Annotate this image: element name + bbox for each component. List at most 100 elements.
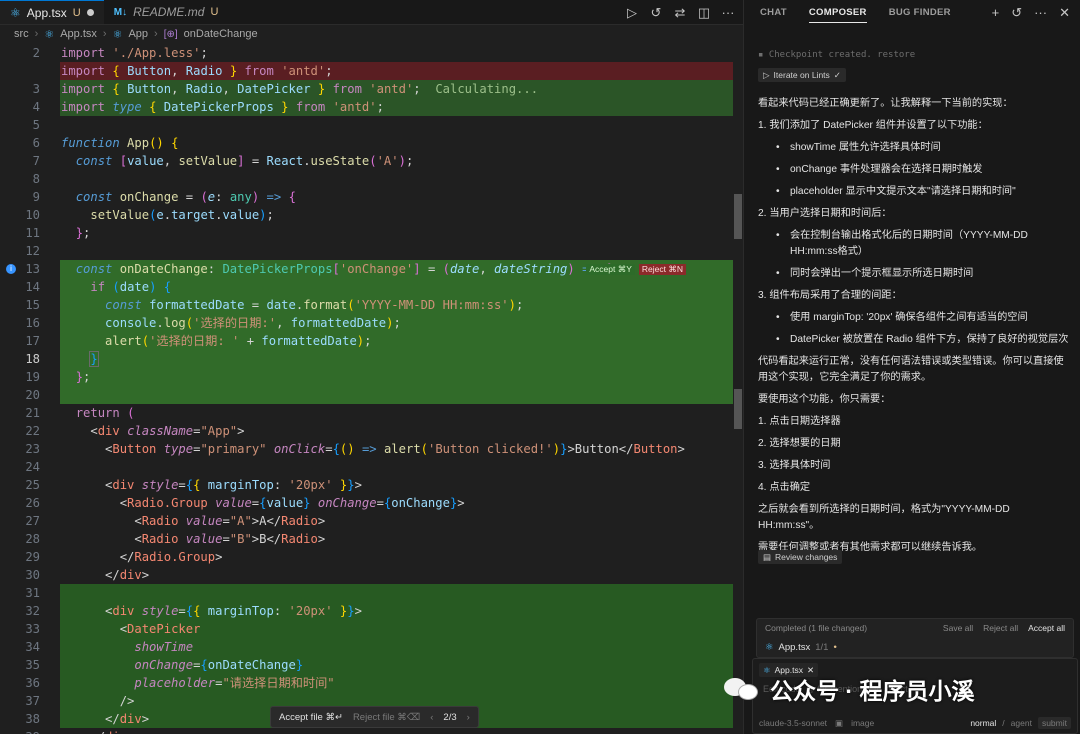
code-text[interactable]: <Button type="primary" onClick={() => al…: [61, 440, 685, 458]
code-text[interactable]: };: [61, 368, 91, 386]
code-line[interactable]: 23 <Button type="primary" onClick={() =>…: [0, 440, 733, 458]
split-editor-icon[interactable]: ◫: [697, 5, 711, 21]
code-text[interactable]: <Radio.Group value={value} onChange={onC…: [61, 494, 465, 512]
history-icon[interactable]: ↺: [649, 5, 663, 21]
code-text[interactable]: placeholder="请选择日期和时间": [61, 674, 334, 692]
tab-readme-md[interactable]: M↓ README.md U: [104, 0, 229, 24]
code-text[interactable]: if (date) {: [61, 278, 171, 296]
code-text[interactable]: setValue(e.target.value);: [61, 206, 273, 224]
code-line[interactable]: 28 <Radio value="B">B</Radio>: [0, 530, 733, 548]
code-text[interactable]: <Radio value="B">B</Radio>: [61, 530, 325, 548]
code-line[interactable]: 9 const onChange = (e: any) => {: [0, 188, 733, 206]
code-area[interactable]: 2 import './App.less'; import { Button, Ra…: [0, 44, 733, 734]
code-text[interactable]: showTime: [61, 638, 193, 656]
reject-file-button[interactable]: Reject file ⌘⌫: [353, 712, 420, 723]
code-line[interactable]: 8: [0, 170, 733, 188]
added-code-line[interactable]: 4 import type { DatePickerProps } from 'a…: [0, 98, 733, 116]
code-text[interactable]: <DatePicker: [61, 620, 201, 638]
more-icon[interactable]: ···: [1034, 5, 1047, 21]
image-icon[interactable]: ▣: [835, 718, 843, 729]
code-text[interactable]: return (: [61, 404, 135, 422]
next-change-icon[interactable]: ›: [467, 712, 470, 723]
code-line[interactable]: 24: [0, 458, 733, 476]
code-line[interactable]: 26 <Radio.Group value={value} onChange={…: [0, 494, 733, 512]
tab-app-tsx[interactable]: ⚛ App.tsx U: [0, 0, 104, 24]
code-line[interactable]: 12: [0, 242, 733, 260]
code-text[interactable]: function App() {: [61, 134, 178, 152]
added-code-line[interactable]: 32 <div style={{ marginTop: '20px' }}>: [0, 602, 733, 620]
plus-icon[interactable]: +: [992, 5, 1000, 21]
history-icon[interactable]: ↺: [1011, 5, 1022, 21]
code-text[interactable]: const onDateChange: DatePickerProps['onC…: [61, 260, 612, 278]
code-line[interactable]: 5: [0, 116, 733, 134]
iterate-on-lints-button[interactable]: ▷ Iterate on Lints ✓: [758, 68, 846, 82]
checkpoint-note[interactable]: ▪ Checkpoint created. restore: [758, 50, 915, 60]
code-line[interactable]: 11 };: [0, 224, 733, 242]
code-text[interactable]: onChange={onDateChange}: [61, 656, 303, 674]
code-line[interactable]: 25 <div style={{ marginTop: '20px' }}>: [0, 476, 733, 494]
code-editor[interactable]: ⚛ App.tsx U M↓ README.md U ▷ ↺ ⇄ ◫ ··· s…: [0, 0, 743, 734]
code-text[interactable]: const formattedDate = date.format('YYYY-…: [61, 296, 523, 314]
more-icon[interactable]: ···: [721, 5, 735, 20]
reject-change-button[interactable]: Reject ⌘N: [638, 264, 686, 275]
changed-file-row[interactable]: ⚛ App.tsx 1/1 •: [757, 637, 1073, 657]
code-text[interactable]: const [value, setValue] = React.useState…: [61, 152, 414, 170]
code-text[interactable]: </Radio.Group>: [61, 548, 223, 566]
tab-chat[interactable]: CHAT: [760, 7, 787, 18]
mode-agent[interactable]: agent: [1011, 718, 1032, 728]
code-line[interactable]: 27 <Radio value="A">A</Radio>: [0, 512, 733, 530]
added-code-line[interactable]: 20: [0, 386, 733, 404]
code-line[interactable]: 29 </Radio.Group>: [0, 548, 733, 566]
added-code-line[interactable]: 15 const formattedDate = date.format('YY…: [0, 296, 733, 314]
reject-all-button[interactable]: Reject all: [983, 623, 1018, 633]
breadcrumb-src[interactable]: src: [14, 28, 29, 40]
code-text[interactable]: />: [61, 692, 135, 710]
code-line[interactable]: 10 setValue(e.target.value);: [0, 206, 733, 224]
unsaved-dot-icon[interactable]: [86, 9, 94, 16]
added-code-line[interactable]: 16 console.log('选择的日期:', formattedDate);: [0, 314, 733, 332]
added-code-line[interactable]: 18 }: [0, 350, 733, 368]
code-text[interactable]: import { Button, Radio } from 'antd';: [61, 62, 333, 80]
breadcrumb-file[interactable]: App.tsx: [60, 28, 97, 40]
code-text[interactable]: <div style={{ marginTop: '20px' }}>: [61, 476, 362, 494]
added-code-line[interactable]: 19 };: [0, 368, 733, 386]
code-text[interactable]: </div>: [61, 710, 149, 728]
code-line[interactable]: 6 function App() {: [0, 134, 733, 152]
code-text[interactable]: console.log('选择的日期:', formattedDate);: [61, 314, 401, 332]
code-text[interactable]: <div style={{ marginTop: '20px' }}>: [61, 602, 362, 620]
code-line[interactable]: 30 </div>: [0, 566, 733, 584]
code-text[interactable]: import type { DatePickerProps } from 'an…: [61, 98, 384, 116]
code-text[interactable]: };: [61, 224, 91, 242]
added-code-line[interactable]: i 13 const onDateChange: DatePickerProps[…: [0, 260, 733, 278]
added-code-line[interactable]: 36 placeholder="请选择日期和时间": [0, 674, 733, 692]
breadcrumb-component[interactable]: App: [128, 28, 148, 40]
tab-composer[interactable]: COMPOSER: [808, 7, 867, 23]
code-text[interactable]: <div className="App">: [61, 422, 244, 440]
accept-all-button[interactable]: Accept all: [1028, 623, 1065, 633]
compare-icon[interactable]: ⇄: [673, 5, 687, 21]
editor-scrollbar[interactable]: [733, 44, 743, 734]
added-code-line[interactable]: 34 showTime: [0, 638, 733, 656]
code-line[interactable]: 22 <div className="App">: [0, 422, 733, 440]
accept-file-button[interactable]: Accept file ⌘↵: [279, 712, 343, 723]
added-code-line[interactable]: 35 onChange={onDateChange}: [0, 656, 733, 674]
code-line[interactable]: 39 </div>: [0, 728, 733, 734]
tab-bug-finder[interactable]: BUG FINDER: [889, 7, 951, 18]
prev-change-icon[interactable]: ‹: [430, 712, 433, 723]
accept-change-button[interactable]: Accept ⌘Y: [586, 264, 635, 275]
code-text[interactable]: </div>: [61, 728, 134, 734]
added-code-line[interactable]: 3 import { Button, Radio, DatePicker } fr…: [0, 80, 733, 98]
code-text[interactable]: alert('选择的日期: ' + formattedDate);: [61, 332, 371, 350]
added-code-line[interactable]: 14 if (date) {: [0, 278, 733, 296]
code-text[interactable]: import { Button, Radio, DatePicker } fro…: [61, 80, 538, 98]
model-selector[interactable]: claude-3.5-sonnet: [759, 718, 827, 728]
code-text[interactable]: const onChange = (e: any) => {: [61, 188, 296, 206]
code-line[interactable]: 2 import './App.less';: [0, 44, 733, 62]
code-text[interactable]: <Radio value="A">A</Radio>: [61, 512, 325, 530]
code-line[interactable]: 21 return (: [0, 404, 733, 422]
added-code-line[interactable]: 17 alert('选择的日期: ' + formattedDate);: [0, 332, 733, 350]
run-icon[interactable]: ▷: [625, 5, 639, 21]
review-changes-button[interactable]: ▤ Review changes: [758, 550, 843, 564]
save-all-button[interactable]: Save all: [943, 623, 973, 633]
image-button[interactable]: image: [851, 718, 874, 728]
